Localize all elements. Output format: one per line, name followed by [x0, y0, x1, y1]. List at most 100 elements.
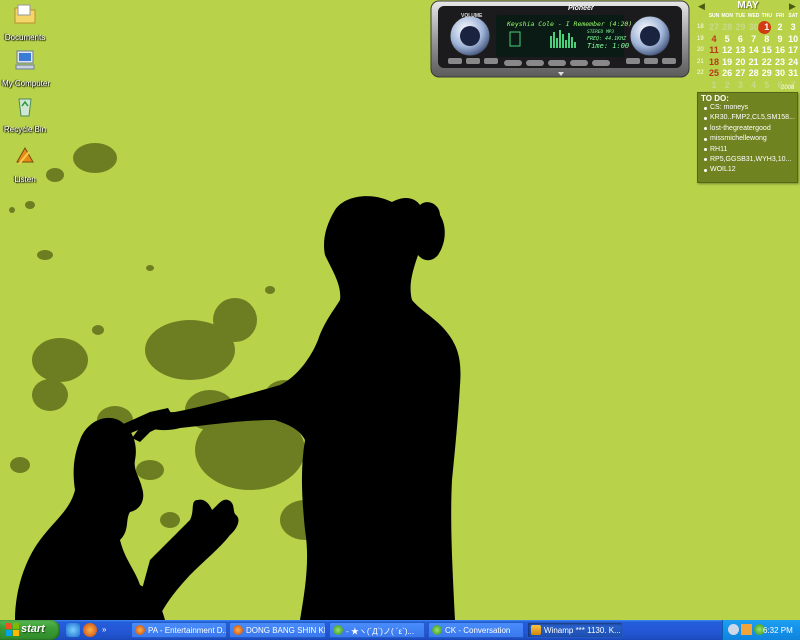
msn-icon [333, 625, 343, 635]
todo-widget: TO DO: CS: moneys KR30..FMP2,CL5,SM158..… [697, 92, 798, 183]
start-button[interactable]: start [0, 620, 60, 640]
calendar-day[interactable]: 4 [708, 34, 720, 44]
desktop-icon-label: Listen [14, 175, 36, 184]
stereo-indicator: STEREO MP3 [587, 30, 615, 35]
winamp-icon [531, 625, 541, 635]
calendar-day[interactable]: 7 [748, 34, 760, 44]
calendar-day[interactable]: 2 [774, 22, 786, 32]
now-playing-track: Keyshia Cole - I Remember (4:20) [507, 20, 633, 28]
calendar-day[interactable]: 11 [708, 45, 720, 55]
calendar-weekday: WED [747, 13, 760, 19]
todo-item[interactable]: RP5,GGSB31,WYH3,10... [698, 155, 795, 165]
todo-list: CS: moneys KR30..FMP2,CL5,SM158... lost-… [698, 103, 795, 176]
calendar-day[interactable]: 9 [774, 34, 786, 44]
calendar-day[interactable]: 5 [721, 34, 733, 44]
calendar-day[interactable]: 28 [721, 22, 733, 32]
firefox-icon [135, 625, 145, 635]
taskbar-button-ck-conversation[interactable]: CK - Conversation [428, 622, 524, 638]
calendar-day[interactable]: 29 [761, 68, 773, 78]
time-readout: Time: 1:00 [587, 42, 630, 50]
calendar-week-number: 22 [697, 70, 704, 77]
firefox-icon [233, 625, 243, 635]
calendar-day[interactable]: 15 [761, 45, 773, 55]
todo-item[interactable]: KR30..FMP2,CL5,SM158... [698, 113, 795, 123]
calendar-day[interactable]: 14 [748, 45, 760, 55]
calendar-weekday: MON [721, 13, 734, 19]
todo-item[interactable]: RH11 [698, 145, 795, 155]
calendar-day[interactable]: 6 [734, 34, 746, 44]
winamp-player[interactable] [430, 0, 690, 80]
calendar-day[interactable]: 21 [748, 57, 760, 67]
taskbar-button-entertainment[interactable]: PA - Entertainment D... [131, 622, 227, 638]
volume-label: VOLUME [461, 13, 483, 19]
calendar-day[interactable]: 26 [721, 68, 733, 78]
calendar-weekday: TUE [735, 13, 746, 19]
calendar-day[interactable]: 4 [748, 80, 760, 90]
calendar-day[interactable]: 22 [761, 57, 773, 67]
calendar-day[interactable]: 30 [748, 22, 760, 32]
desktop-icon-documents[interactable]: Documents [2, 2, 48, 42]
calendar-day[interactable]: 20 [734, 57, 746, 67]
desktop: Documents My Computer Recycle Bin Listen [0, 0, 800, 620]
taskbar-button-dbsk[interactable]: DONG BANG SHIN KI ... [229, 622, 326, 638]
calendar-day[interactable]: 5 [761, 80, 773, 90]
taskbar-button-winamp[interactable]: Winamp *** 1130. K... [527, 622, 623, 638]
calendar-day[interactable]: 24 [787, 57, 799, 67]
listen-shortcut-icon [16, 146, 34, 165]
calendar-day[interactable]: 13 [734, 45, 746, 55]
calendar-day[interactable]: 3 [734, 80, 746, 90]
calendar-day[interactable]: 16 [774, 45, 786, 55]
documents-folder-icon [14, 4, 36, 24]
calendar-weekday: FRI [775, 13, 785, 19]
taskbar-button-msn-chat[interactable]: - ★ヽ(´Д`)ノ( ´ε`)... [329, 622, 425, 638]
calendar-day[interactable]: 12 [721, 45, 733, 55]
calendar-week-number: 18 [697, 24, 704, 30]
calendar-day[interactable]: 18 [708, 57, 720, 67]
calendar-day[interactable]: 19 [721, 57, 733, 67]
desktop-icon-listen[interactable]: Listen [2, 144, 48, 184]
wallpaper [0, 0, 800, 620]
calendar-month: MAY [737, 0, 759, 11]
todo-item[interactable]: lost-thegreatergood [698, 124, 795, 134]
tray-app-icon[interactable] [728, 624, 739, 635]
desktop-icon-label: My Computer [2, 79, 51, 88]
player-brand: Pioneer [568, 5, 594, 12]
calendar-day[interactable]: 10 [787, 34, 799, 44]
calendar-weekday: SAT [788, 13, 798, 19]
calendar-day[interactable]: 25 [708, 68, 720, 78]
todo-title: TO DO: [701, 94, 729, 103]
calendar-day[interactable]: 27 [734, 68, 746, 78]
desktop-icon-label: Documents [4, 33, 46, 42]
calendar-day[interactable]: 23 [774, 57, 786, 67]
calendar-day[interactable]: 31 [787, 68, 799, 78]
calendar-day[interactable]: 17 [787, 45, 799, 55]
tray-settings-icon[interactable] [741, 624, 752, 635]
calendar-day[interactable]: 1 [708, 80, 720, 90]
calendar-day[interactable]: 1 [761, 22, 773, 32]
taskbar: start » PA - Entertainment D... DONG BAN… [0, 620, 800, 640]
todo-item[interactable]: CS: moneys [698, 103, 795, 113]
desktop-icon-recycle-bin[interactable]: Recycle Bin [2, 94, 48, 134]
todo-item[interactable]: missmichellewong [698, 134, 795, 144]
taskbar-clock[interactable]: 6:32 PM [763, 626, 793, 635]
ie-icon[interactable] [66, 623, 80, 637]
calendar-day[interactable]: 28 [748, 68, 760, 78]
calendar-day[interactable]: 2 [721, 80, 733, 90]
calendar-next-icon[interactable]: ▶ [789, 1, 796, 12]
calendar-day[interactable]: 8 [761, 34, 773, 44]
msn-icon [432, 625, 442, 635]
calendar-weekday: THU [761, 13, 772, 19]
calendar-day[interactable]: 27 [708, 22, 720, 32]
calendar-week-number: 20 [697, 47, 704, 54]
calendar-day[interactable]: 3 [787, 22, 799, 32]
calendar-week-number: 21 [697, 58, 704, 65]
calendar-week-number: 19 [697, 35, 704, 42]
calendar-day[interactable]: 30 [774, 68, 786, 78]
show-more-icon[interactable]: » [102, 625, 110, 635]
calendar-day[interactable]: 29 [734, 22, 746, 32]
calendar-weekday: SUN [708, 13, 720, 19]
firefox-icon[interactable] [83, 623, 97, 637]
desktop-icon-my-computer[interactable]: My Computer [2, 48, 51, 88]
calendar-prev-icon[interactable]: ◀ [698, 1, 705, 12]
todo-item[interactable]: WOIL12 [698, 165, 795, 175]
